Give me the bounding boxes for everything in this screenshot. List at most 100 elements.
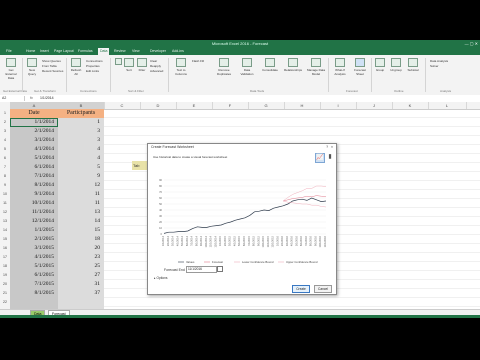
participants-cell[interactable]: 11: [58, 190, 100, 199]
tab-review[interactable]: Review: [114, 48, 125, 55]
column-header-b[interactable]: B: [58, 102, 105, 109]
column-header-k[interactable]: K: [392, 102, 429, 109]
formula-input[interactable]: 1/1/2014: [40, 96, 54, 101]
consolidate-button[interactable]: Consolidate: [260, 58, 280, 72]
column-header-a[interactable]: A: [10, 102, 59, 109]
participants-cell[interactable]: 23: [58, 253, 101, 262]
date-cell[interactable]: 9/1/2014: [10, 190, 54, 199]
date-cell[interactable]: 5/1/2015: [10, 262, 54, 271]
clear-button[interactable]: Clear: [150, 59, 157, 63]
participants-cell[interactable]: 11: [58, 199, 100, 208]
participants-cell[interactable]: 5: [58, 163, 100, 172]
tab-file[interactable]: File: [6, 48, 12, 55]
data-analysis-button[interactable]: Data Analysis: [430, 59, 448, 63]
participants-cell[interactable]: 13: [58, 208, 101, 217]
column-header-g[interactable]: G: [248, 102, 285, 109]
header-cell-date[interactable]: Date: [10, 109, 58, 118]
name-box[interactable]: A2: [1, 96, 25, 101]
date-cell[interactable]: 6/1/2014: [10, 163, 54, 172]
row-header-16[interactable]: 16: [0, 244, 10, 253]
date-cell[interactable]: 5/1/2014: [10, 154, 54, 163]
participants-cell[interactable]: 37: [58, 289, 101, 298]
date-cell[interactable]: 8/1/2015: [10, 289, 54, 298]
participants-cell[interactable]: 25: [58, 262, 101, 271]
row-header-19[interactable]: 19: [0, 271, 10, 280]
fx-icon[interactable]: fx: [30, 96, 33, 101]
date-cell[interactable]: 12/1/2014: [10, 217, 54, 226]
column-header-e[interactable]: E: [176, 102, 213, 109]
new-query-button[interactable]: New Query: [25, 58, 39, 76]
row-header-2[interactable]: 2: [0, 118, 10, 127]
participants-cell[interactable]: 31: [58, 280, 101, 289]
tab-view[interactable]: View: [132, 48, 140, 55]
manage-data-model-button[interactable]: Manage Data Model: [306, 58, 326, 76]
row-header-3[interactable]: 3: [0, 127, 10, 136]
row-header-8[interactable]: 8: [0, 172, 10, 181]
date-cell[interactable]: 10/1/2014: [10, 199, 54, 208]
participants-cell[interactable]: 4: [58, 145, 100, 154]
date-cell[interactable]: 4/1/2014: [10, 145, 54, 154]
close-icon[interactable]: ×: [331, 145, 333, 149]
create-button[interactable]: Create: [292, 285, 310, 293]
get-external-data-button[interactable]: Get External Data: [3, 58, 19, 80]
ungroup-button[interactable]: Ungroup: [389, 58, 403, 72]
participants-cell[interactable]: 3: [58, 127, 100, 136]
tab-page-layout[interactable]: Page Layout: [54, 48, 74, 55]
what-if-analysis-button[interactable]: What-If Analysis: [331, 58, 349, 76]
refresh-all-button[interactable]: Refresh All: [69, 58, 83, 76]
participants-cell[interactable]: 3: [58, 136, 100, 145]
forecast-end-input[interactable]: 11/1/2016: [186, 266, 217, 273]
participants-cell[interactable]: 1: [58, 118, 100, 127]
date-cell[interactable]: 6/1/2015: [10, 271, 54, 280]
date-cell[interactable]: 3/1/2015: [10, 244, 54, 253]
date-cell[interactable]: 8/1/2014: [10, 181, 54, 190]
date-cell[interactable]: 7/1/2015: [10, 280, 54, 289]
column-chart-icon[interactable]: ▮: [326, 153, 334, 161]
column-header-i[interactable]: I: [320, 102, 357, 109]
column-header-d[interactable]: D: [140, 102, 177, 109]
data-validation-button[interactable]: Data Validation: [237, 58, 257, 76]
tab-developer[interactable]: Developer: [150, 48, 166, 55]
flash-fill-button[interactable]: Flash Fill: [192, 59, 204, 63]
cancel-button[interactable]: Cancel: [314, 285, 332, 293]
row-header-13[interactable]: 13: [0, 217, 10, 226]
date-cell[interactable]: 4/1/2015: [10, 253, 54, 262]
column-header-f[interactable]: F: [212, 102, 249, 109]
column-header-h[interactable]: H: [284, 102, 321, 109]
group-button[interactable]: Group: [374, 58, 386, 72]
row-header-9[interactable]: 9: [0, 181, 10, 190]
participants-cell[interactable]: 18: [58, 235, 101, 244]
header-cell-participants[interactable]: Participants: [58, 109, 104, 118]
participants-cell[interactable]: 4: [58, 154, 100, 163]
participants-cell[interactable]: 9: [58, 172, 100, 181]
tab-insert[interactable]: Insert: [40, 48, 49, 55]
participants-cell[interactable]: 27: [58, 271, 101, 280]
row-header-1[interactable]: 1: [0, 109, 10, 118]
participants-cell[interactable]: 15: [58, 226, 101, 235]
recent-sources-button[interactable]: Recent Sources: [42, 69, 63, 73]
subtotal-button[interactable]: Subtotal: [406, 58, 420, 72]
date-cell[interactable]: 11/1/2014: [10, 208, 54, 217]
sort-button[interactable]: Sort: [124, 58, 134, 72]
tab-data[interactable]: Data: [98, 48, 110, 55]
participants-cell[interactable]: 20: [58, 244, 101, 253]
show-queries-button[interactable]: Show Queries: [42, 59, 61, 63]
row-header-20[interactable]: 20: [0, 280, 10, 289]
row-header-21[interactable]: 21: [0, 289, 10, 298]
tab-home[interactable]: Home: [26, 48, 35, 55]
connections-button[interactable]: Connections: [86, 59, 103, 63]
row-header-17[interactable]: 17: [0, 253, 10, 262]
row-header-12[interactable]: 12: [0, 208, 10, 217]
sort-az-button[interactable]: [114, 58, 122, 66]
window-controls[interactable]: — ▢ ✕: [465, 40, 478, 48]
edit-links-button[interactable]: Edit Links: [86, 69, 99, 73]
row-header-18[interactable]: 18: [0, 262, 10, 271]
filter-button[interactable]: Filter: [137, 58, 147, 72]
date-cell[interactable]: 7/1/2014: [10, 172, 54, 181]
reapply-button[interactable]: Reapply: [150, 64, 161, 68]
column-header-c[interactable]: C: [104, 102, 141, 109]
text-to-columns-button[interactable]: Text to Columns: [172, 58, 190, 76]
tab-formulas[interactable]: Formulas: [78, 48, 93, 55]
advanced-button[interactable]: Advanced: [150, 69, 163, 73]
row-header-6[interactable]: 6: [0, 154, 10, 163]
